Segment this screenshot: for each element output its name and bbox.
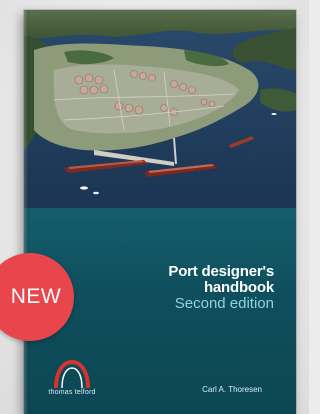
arch-logo-icon [54, 359, 90, 389]
product-image: Port designer's handbook Second edition … [0, 0, 309, 414]
publisher-logo: thomas telford [42, 356, 102, 396]
book-cover[interactable]: Port designer's handbook Second edition … [24, 10, 296, 414]
cover-photo [24, 10, 296, 208]
author-name: Carl A. Thoresen [202, 385, 262, 394]
edition-label: Second edition [174, 295, 274, 312]
book-spine-edge [24, 10, 29, 414]
publisher-name: thomas telford [48, 389, 96, 396]
title-line-2: handbook [203, 279, 274, 296]
new-badge-label: NEW [10, 285, 62, 308]
book-title: Port designer's handbook Second edition [168, 264, 274, 312]
aerial-port-photo [24, 10, 296, 208]
title-line-1: Port designer's [168, 263, 274, 280]
